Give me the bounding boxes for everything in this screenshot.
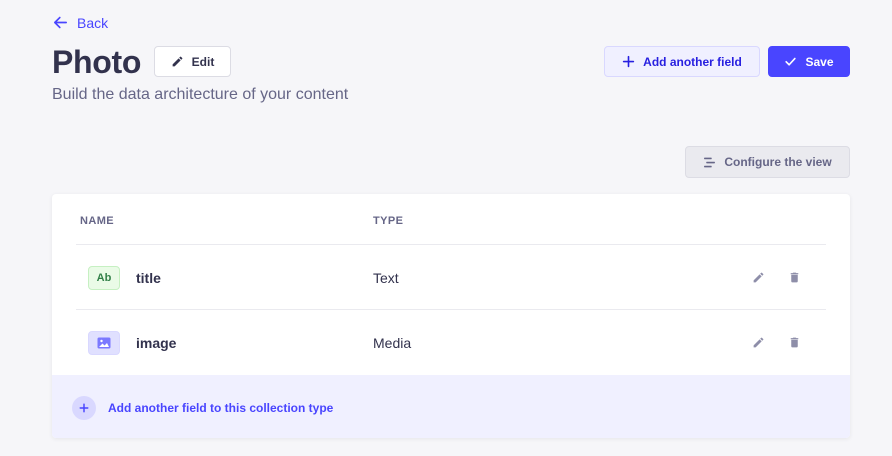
back-link[interactable]: Back [52, 14, 108, 31]
fields-table: NAME TYPE Ab title Text image Media Add … [52, 194, 850, 438]
edit-field-button[interactable] [750, 334, 766, 350]
field-name: title [136, 270, 161, 286]
page-title: Photo [52, 44, 142, 80]
arrow-left-icon [53, 16, 68, 29]
edit-label: Edit [191, 54, 215, 69]
configure-view-label: Configure the view [724, 155, 832, 169]
save-label: Save [805, 54, 834, 69]
plus-circle-icon [72, 396, 96, 420]
table-header: NAME TYPE [76, 194, 826, 245]
trash-icon [790, 337, 798, 347]
page-subtitle: Build the data architecture of your cont… [52, 86, 349, 103]
field-type: Media [373, 335, 412, 351]
text-type-icon: Ab [88, 266, 120, 290]
pencil-icon [753, 337, 763, 347]
column-header-type: TYPE [373, 215, 404, 227]
edit-field-button[interactable] [750, 269, 766, 285]
edit-button[interactable]: Edit [154, 46, 231, 77]
delete-field-button[interactable] [786, 269, 802, 285]
pencil-icon [753, 272, 763, 282]
plus-icon [622, 55, 635, 68]
field-name: image [136, 335, 177, 351]
add-another-field-button[interactable]: Add another field [604, 46, 760, 77]
back-label: Back [77, 14, 109, 31]
field-type: Text [373, 270, 399, 286]
table-row: Ab title Text [76, 245, 826, 310]
configure-view-button[interactable]: Configure the view [685, 146, 850, 178]
add-field-to-collection-button[interactable]: Add another field to this collection typ… [52, 375, 850, 438]
add-field-to-collection-label: Add another field to this collection typ… [108, 401, 334, 415]
trash-icon [790, 272, 798, 282]
add-another-field-label: Add another field [643, 54, 742, 69]
pencil-icon [172, 56, 183, 67]
plus-icon [79, 403, 89, 413]
check-icon [785, 57, 797, 66]
image-icon [97, 337, 111, 349]
table-row: image Media [76, 310, 826, 375]
save-button[interactable]: Save [768, 46, 850, 77]
layout-list-icon [704, 157, 716, 167]
media-type-icon [88, 331, 120, 355]
column-header-name: NAME [80, 215, 114, 227]
delete-field-button[interactable] [786, 334, 802, 350]
